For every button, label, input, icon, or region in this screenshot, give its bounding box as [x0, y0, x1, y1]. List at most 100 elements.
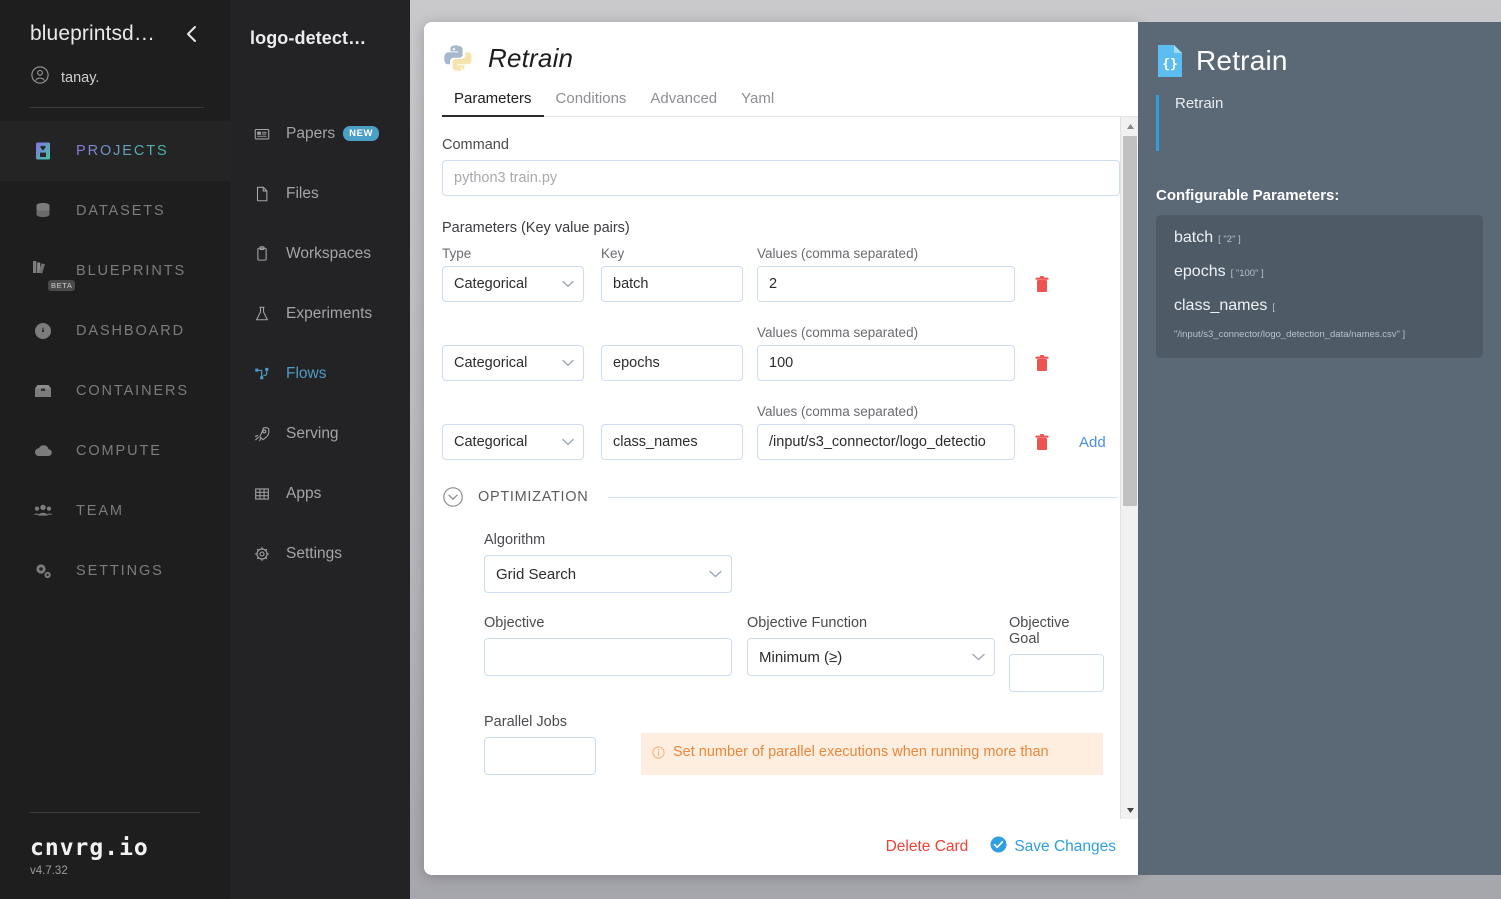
config-param-value: [ "2" ]: [1218, 234, 1241, 245]
objective-row: Objective Objective Function Minimum (≥): [484, 615, 1120, 692]
modal-footer: Delete Card Save Changes: [424, 819, 1138, 875]
chevron-left-icon[interactable]: [180, 22, 204, 46]
command-input[interactable]: [442, 160, 1120, 196]
sidebar-item-settings[interactable]: SETTINGS: [0, 541, 230, 601]
algorithm-select[interactable]: Grid Search: [484, 555, 732, 593]
sidebar-item-serving[interactable]: Serving: [230, 404, 410, 464]
scrollbar-thumb[interactable]: [1123, 136, 1137, 506]
parameter-key-input-1[interactable]: [601, 345, 743, 381]
database-icon: [30, 200, 56, 222]
parallel-jobs-field: Parallel Jobs: [484, 714, 596, 775]
grid-icon: [252, 485, 272, 503]
sidebar-item-papers[interactable]: Papers NEW: [230, 104, 410, 164]
sidebar-item-label: PROJECTS: [76, 143, 169, 159]
parameter-values-input-2[interactable]: [757, 424, 1015, 460]
sidebar-item-containers[interactable]: CONTAINERS: [0, 361, 230, 421]
info-description: Retrain: [1175, 95, 1224, 112]
sidebar-item-label: DATASETS: [76, 203, 166, 219]
sidebar-item-label: Settings: [286, 545, 343, 562]
caret-up-icon[interactable]: [1121, 117, 1138, 135]
project-title: logo-detect…: [250, 28, 367, 48]
parameter-type-select-0[interactable]: Categorical: [442, 266, 584, 302]
type-select-wrapper: Categorical: [442, 424, 584, 460]
sidebar-item-datasets[interactable]: DATASETS: [0, 181, 230, 241]
config-param-name: class_names: [1174, 297, 1268, 314]
type-select-wrapper: Categorical: [442, 345, 584, 381]
sidebar-item-experiments[interactable]: Experiments: [230, 284, 410, 344]
parameter-type-select-1[interactable]: Categorical: [442, 345, 584, 381]
config-param-item: epochs [ "100" ]: [1174, 263, 1467, 281]
sidebar-item-compute[interactable]: COMPUTE: [0, 421, 230, 481]
caret-down-icon[interactable]: [1121, 801, 1138, 819]
tab-yaml[interactable]: Yaml: [729, 90, 786, 116]
sidebar-item-label: Apps: [286, 485, 322, 502]
tab-conditions[interactable]: Conditions: [544, 90, 639, 116]
sidebar-item-team[interactable]: TEAM: [0, 481, 230, 541]
sidebar-item-workspaces[interactable]: Workspaces: [230, 224, 410, 284]
sidebar-divider: [30, 107, 204, 108]
command-label: Command: [442, 137, 509, 153]
sidebar-item-projects[interactable]: PROJECTS: [0, 121, 230, 181]
row-spacer: [442, 302, 1120, 315]
parallel-jobs-input[interactable]: [484, 737, 596, 775]
sidebar-item-label: Flows: [286, 365, 327, 382]
modal-header: Retrain Parameters Conditions Advanced Y…: [424, 22, 1138, 117]
trash-icon[interactable]: [1034, 433, 1050, 452]
configurable-parameters-box: batch [ "2" ] epochs [ "100" ] class_names…: [1156, 215, 1483, 358]
config-param-item: batch [ "2" ]: [1174, 229, 1467, 247]
chevron-down-circle-icon[interactable]: [442, 486, 464, 508]
beta-badge: BETA: [48, 280, 76, 291]
project-nav: Papers NEW Files Workspaces Experiments: [230, 104, 410, 584]
sidebar-item-label: Papers: [286, 125, 336, 142]
column-header-type: Type: [442, 246, 472, 261]
trash-icon[interactable]: [1034, 275, 1050, 294]
algorithm-label: Algorithm: [484, 532, 546, 548]
tab-parameters[interactable]: Parameters: [442, 90, 544, 117]
book-heart-icon: [30, 140, 56, 162]
objective-function-select[interactable]: Minimum (≥): [747, 638, 995, 676]
sidebar-item-flows[interactable]: Flows: [230, 344, 410, 404]
parallel-jobs-label: Parallel Jobs: [484, 714, 568, 730]
objective-input[interactable]: [484, 638, 732, 676]
sidebar-item-apps[interactable]: Apps: [230, 464, 410, 524]
user-row[interactable]: tanay.: [30, 66, 204, 89]
sidebar-item-label: DASHBOARD: [76, 323, 185, 339]
parameter-key-input-0[interactable]: [601, 266, 743, 302]
objective-label: Objective: [484, 615, 545, 631]
modal-scrollbar[interactable]: [1120, 117, 1138, 819]
optimization-body: Algorithm Grid Search Objective Objectiv…: [442, 532, 1120, 775]
objective-goal-input[interactable]: [1009, 654, 1104, 692]
save-changes-label: Save Changes: [1014, 838, 1116, 855]
sidebar-item-blueprints[interactable]: BETA BLUEPRINTS: [0, 241, 230, 301]
objective-function-select-wrapper: Minimum (≥): [747, 638, 995, 676]
parallel-jobs-tip: Set number of parallel executions when r…: [641, 733, 1103, 775]
parameter-type-select-2[interactable]: Categorical: [442, 424, 584, 460]
config-param-value: [: [1272, 302, 1276, 313]
clipboard-icon: [252, 245, 272, 263]
user-name: tanay.: [61, 69, 100, 86]
sidebar-item-project-settings[interactable]: Settings: [230, 524, 410, 584]
column-header-values: Values (comma separated): [757, 325, 919, 340]
info-panel-title: Retrain: [1196, 45, 1288, 76]
sidebar-item-label: BLUEPRINTS: [76, 263, 187, 279]
trash-icon[interactable]: [1034, 354, 1050, 373]
rocket-icon: [252, 425, 272, 443]
parameters-column-headers: Values (comma separated): [442, 325, 1120, 340]
gear-icon: [252, 545, 272, 563]
sidebar-item-dashboard[interactable]: DASHBOARD: [0, 301, 230, 361]
delete-card-button[interactable]: Delete Card: [886, 838, 969, 856]
parameter-values-input-1[interactable]: [757, 345, 1015, 381]
parameter-values-input-0[interactable]: [757, 266, 1015, 302]
sidebar-item-files[interactable]: Files: [230, 164, 410, 224]
file-icon: [252, 185, 272, 203]
add-parameter-button[interactable]: Add: [1079, 434, 1106, 451]
flask-icon: [252, 305, 272, 323]
parameter-key-input-2[interactable]: [601, 424, 743, 460]
primary-nav: PROJECTS DATASETS BETA BLUEPRINTS DASHBO…: [0, 121, 230, 601]
tab-advanced[interactable]: Advanced: [638, 90, 729, 116]
info-panel: {} Retrain Retrain Configurable Paramete…: [1138, 22, 1501, 875]
modal-tabs: Parameters Conditions Advanced Yaml: [442, 90, 1138, 117]
info-icon: [652, 746, 665, 766]
section-rule: [608, 496, 1118, 498]
save-changes-button[interactable]: Save Changes: [990, 836, 1116, 858]
